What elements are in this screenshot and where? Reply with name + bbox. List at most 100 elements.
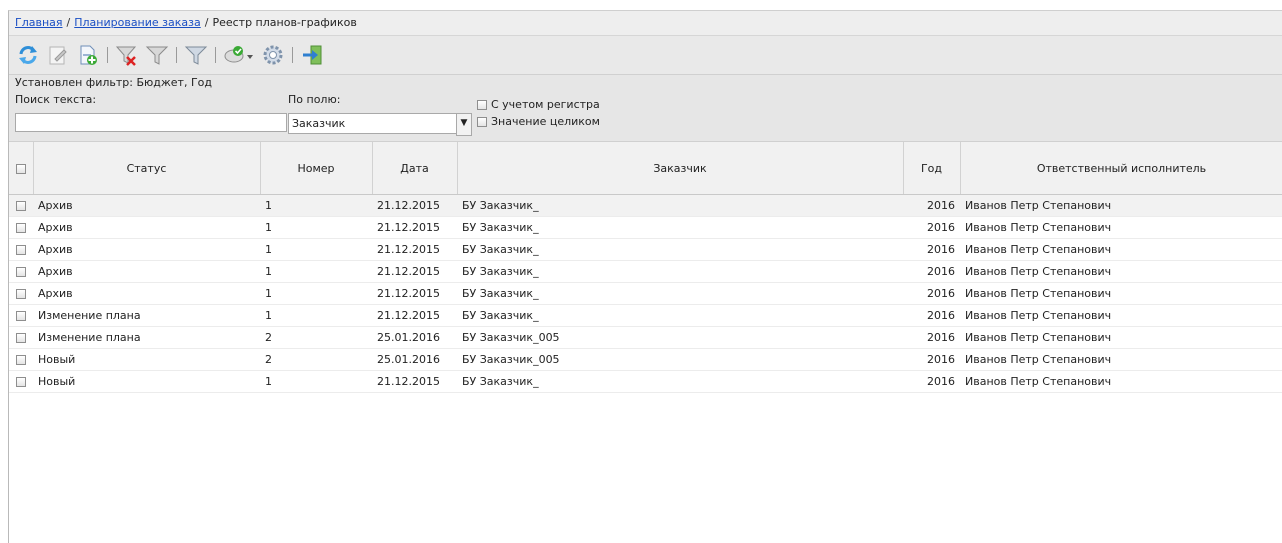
- cell-customer: БУ Заказчик_: [457, 282, 903, 305]
- filter-remove-icon: [115, 46, 137, 66]
- filter-remove-button[interactable]: [114, 42, 140, 68]
- column-header-status[interactable]: Статус: [33, 142, 261, 195]
- cell-date: 25.01.2016: [372, 348, 457, 371]
- row-checkbox[interactable]: [16, 333, 26, 343]
- cell-date: 21.12.2015: [372, 304, 457, 327]
- cell-year: 2016: [903, 194, 960, 217]
- row-checkbox[interactable]: [16, 377, 26, 387]
- add-document-icon: [80, 45, 97, 65]
- cell-status: Архив: [33, 194, 260, 217]
- cell-date: 21.12.2015: [372, 216, 457, 239]
- toolbar-separator: [292, 47, 293, 63]
- row-select-cell: [9, 370, 33, 393]
- cell-executor: Иванов Петр Степанович: [960, 194, 1282, 217]
- table-row[interactable]: Архив 1 21.12.2015 БУ Заказчик_ 2016 Ива…: [9, 282, 1282, 305]
- filter-icon: [145, 46, 169, 65]
- cell-date: 21.12.2015: [372, 370, 457, 393]
- row-select-cell: [9, 194, 33, 217]
- row-checkbox[interactable]: [16, 267, 26, 277]
- cell-executor: Иванов Петр Степанович: [960, 260, 1282, 283]
- filter-panel: Установлен фильтр: Бюджет, Год Поиск тек…: [9, 75, 1282, 142]
- row-checkbox[interactable]: [16, 223, 26, 233]
- edit-button[interactable]: [45, 42, 71, 68]
- edit-icon: [49, 46, 67, 65]
- row-checkbox[interactable]: [16, 311, 26, 321]
- cell-status: Архив: [33, 282, 260, 305]
- search-label: Поиск текста:: [15, 93, 97, 106]
- cell-customer: БУ Заказчик_: [457, 304, 903, 327]
- breadcrumb-planning-link[interactable]: Планирование заказа: [74, 16, 201, 29]
- case-sensitive-checkbox[interactable]: [477, 99, 487, 110]
- settings-button[interactable]: [260, 42, 286, 68]
- column-header-date[interactable]: Дата: [372, 142, 458, 195]
- cell-number: 1: [260, 216, 372, 239]
- table-row[interactable]: Новый 2 25.01.2016 БУ Заказчик_005 2016 …: [9, 348, 1282, 371]
- column-header-customer[interactable]: Заказчик: [457, 142, 904, 195]
- select-all-checkbox[interactable]: [15, 163, 26, 174]
- row-checkbox[interactable]: [16, 201, 26, 211]
- case-sensitive-label: С учетом регистра: [491, 98, 600, 111]
- breadcrumb: Главная / Планирование заказа / Реестр плано…: [9, 11, 1282, 36]
- filter-funnel-button[interactable]: [183, 42, 209, 68]
- cell-executor: Иванов Петр Степанович: [960, 216, 1282, 239]
- cell-customer: БУ Заказчик_: [457, 238, 903, 261]
- whole-value-option: Значение целиком: [477, 115, 600, 128]
- cell-year: 2016: [903, 260, 960, 283]
- row-select-cell: [9, 304, 33, 327]
- cell-customer: БУ Заказчик_005: [457, 348, 903, 371]
- plans-table: Статус Номер Дата Заказчик Год Ответстве…: [9, 142, 1282, 393]
- approve-dropdown-button[interactable]: [222, 42, 256, 68]
- breadcrumb-home-link[interactable]: Главная: [15, 16, 63, 29]
- chevron-down-icon[interactable]: ▼: [456, 113, 472, 136]
- breadcrumb-separator: /: [204, 16, 209, 29]
- column-header-executor[interactable]: Ответственный исполнитель: [960, 142, 1282, 195]
- table-row[interactable]: Архив 1 21.12.2015 БУ Заказчик_ 2016 Ива…: [9, 238, 1282, 261]
- row-select-cell: [9, 326, 33, 349]
- select-all-cell: [9, 142, 34, 195]
- exit-button[interactable]: [299, 42, 325, 68]
- toolbar: [9, 36, 1282, 75]
- cell-year: 2016: [903, 238, 960, 261]
- table-row[interactable]: Новый 1 21.12.2015 БУ Заказчик_ 2016 Ива…: [9, 370, 1282, 393]
- row-checkbox[interactable]: [16, 289, 26, 299]
- toolbar-separator: [215, 47, 216, 63]
- column-header-year[interactable]: Год: [903, 142, 961, 195]
- toolbar-separator: [107, 47, 108, 63]
- cell-date: 21.12.2015: [372, 282, 457, 305]
- row-select-cell: [9, 282, 33, 305]
- search-input[interactable]: [15, 113, 287, 132]
- table-header: Статус Номер Дата Заказчик Год Ответстве…: [9, 142, 1282, 195]
- row-select-cell: [9, 260, 33, 283]
- cell-executor: Иванов Петр Степанович: [960, 326, 1282, 349]
- cell-status: Архив: [33, 238, 260, 261]
- table-row[interactable]: Изменение плана 2 25.01.2016 БУ Заказчик…: [9, 326, 1282, 349]
- row-checkbox[interactable]: [16, 355, 26, 365]
- cell-number: 1: [260, 260, 372, 283]
- row-checkbox[interactable]: [16, 245, 26, 255]
- whole-value-checkbox[interactable]: [477, 116, 487, 127]
- cell-status: Новый: [33, 370, 260, 393]
- registry-window: Главная / Планирование заказа / Реестр плано…: [8, 10, 1282, 543]
- cell-executor: Иванов Петр Степанович: [960, 238, 1282, 261]
- cell-year: 2016: [903, 304, 960, 327]
- cell-number: 1: [260, 238, 372, 261]
- cell-number: 1: [260, 282, 372, 305]
- table-row[interactable]: Архив 1 21.12.2015 БУ Заказчик_ 2016 Ива…: [9, 194, 1282, 217]
- field-select[interactable]: Заказчик: [288, 113, 458, 134]
- add-document-button[interactable]: [75, 42, 101, 68]
- cell-year: 2016: [903, 282, 960, 305]
- table-row[interactable]: Изменение плана 1 21.12.2015 БУ Заказчик…: [9, 304, 1282, 327]
- toolbar-separator: [176, 47, 177, 63]
- case-sensitive-option: С учетом регистра: [477, 98, 600, 111]
- refresh-icon: [19, 46, 37, 64]
- breadcrumb-separator: /: [66, 16, 71, 29]
- refresh-button[interactable]: [15, 42, 41, 68]
- table-row[interactable]: Архив 1 21.12.2015 БУ Заказчик_ 2016 Ива…: [9, 260, 1282, 283]
- table-row[interactable]: Архив 1 21.12.2015 БУ Заказчик_ 2016 Ива…: [9, 216, 1282, 239]
- column-header-number[interactable]: Номер: [260, 142, 373, 195]
- cell-executor: Иванов Петр Степанович: [960, 348, 1282, 371]
- filter-button[interactable]: [144, 42, 170, 68]
- row-select-cell: [9, 348, 33, 371]
- cell-customer: БУ Заказчик_: [457, 260, 903, 283]
- cell-number: 2: [260, 326, 372, 349]
